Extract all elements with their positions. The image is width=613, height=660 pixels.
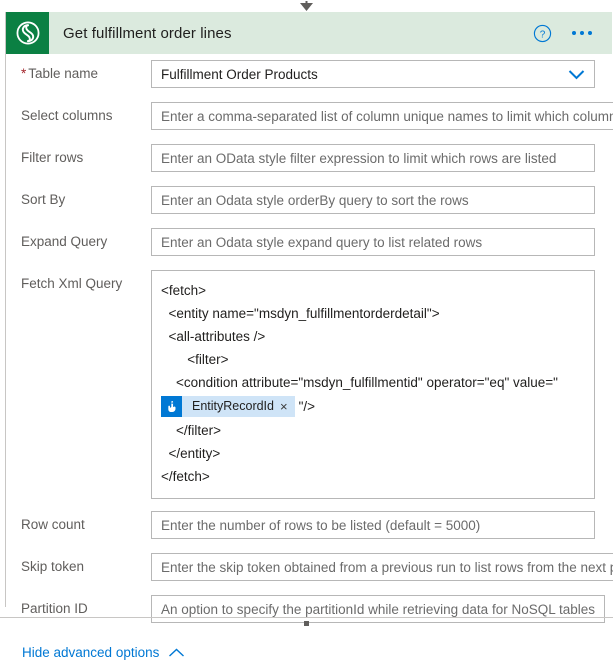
- chevron-up-icon[interactable]: [168, 648, 185, 658]
- action-card: Get fulfillment order lines ? * Table nam…: [5, 12, 613, 660]
- flow-connector-arrow-top: [0, 0, 613, 12]
- required-asterisk: *: [21, 66, 27, 81]
- skip-token-placeholder: Enter the skip token obtained from a pre…: [161, 559, 613, 575]
- fetch-xml-query-editor[interactable]: <fetch> <entity name="msdyn_fulfillmento…: [151, 270, 595, 499]
- xml-line: <fetch>: [161, 283, 207, 298]
- advanced-options-label[interactable]: Hide advanced options: [22, 645, 159, 660]
- field-label-skip-token: Skip token: [21, 559, 85, 574]
- field-control-row-count: Enter the number of rows to be listed (d…: [151, 511, 612, 539]
- field-row-fetch-xml-query: Fetch Xml Query <fetch> <entity name="ms…: [6, 264, 612, 505]
- token-label: EntityRecordId: [192, 399, 274, 413]
- filter-rows-placeholder: Enter an OData style filter expression t…: [161, 150, 557, 166]
- manual-trigger-hand-icon: [161, 396, 182, 417]
- field-label-select-columns: Select columns: [21, 108, 113, 123]
- select-columns-placeholder: Enter a comma-separated list of column u…: [161, 108, 613, 124]
- dynamic-content-token[interactable]: EntityRecordId ×: [161, 396, 295, 417]
- field-label-filter-rows: Filter rows: [21, 150, 84, 165]
- xml-line: </entity>: [161, 446, 221, 461]
- token-remove-icon[interactable]: ×: [280, 400, 295, 413]
- field-label-table-name: * Table name: [6, 60, 151, 81]
- field-row-filter-rows: Filter rows Enter an OData style filter …: [6, 138, 612, 180]
- skip-token-input[interactable]: Enter the skip token obtained from a pre…: [151, 553, 613, 581]
- field-row-expand-query: Expand Query Enter an Odata style expand…: [6, 222, 612, 264]
- table-name-combobox[interactable]: Fulfillment Order Products: [151, 60, 595, 88]
- field-row-skip-token: Skip token Enter the skip token obtained…: [6, 547, 613, 589]
- row-count-input[interactable]: Enter the number of rows to be listed (d…: [151, 511, 595, 539]
- field-control-table-name: Fulfillment Order Products: [151, 60, 612, 88]
- xml-line-with-token: EntityRecordId × "/>: [161, 394, 585, 419]
- field-label-row-count: Row count: [21, 517, 85, 532]
- card-header[interactable]: Get fulfillment order lines ?: [6, 12, 612, 54]
- xml-line: <condition attribute="msdyn_fulfillmenti…: [161, 375, 558, 390]
- select-columns-input[interactable]: Enter a comma-separated list of column u…: [151, 102, 613, 130]
- field-control-fetch-xml-query: <fetch> <entity name="msdyn_fulfillmento…: [151, 270, 612, 499]
- expand-query-input[interactable]: Enter an Odata style expand query to lis…: [151, 228, 595, 256]
- sort-by-input[interactable]: Enter an Odata style orderBy query to so…: [151, 186, 595, 214]
- field-row-row-count: Row count Enter the number of rows to be…: [6, 505, 612, 547]
- expand-query-placeholder: Enter an Odata style expand query to lis…: [161, 234, 483, 250]
- flow-connector-bottom: [0, 608, 613, 628]
- card-body: * Table name Fulfillment Order Products S…: [6, 54, 613, 660]
- field-label-text: Table name: [28, 66, 99, 81]
- xml-text-after-token: "/>: [298, 399, 316, 414]
- xml-line: <filter>: [161, 352, 229, 367]
- field-control-skip-token: Enter the skip token obtained from a pre…: [151, 553, 613, 581]
- xml-line: </fetch>: [161, 469, 210, 484]
- field-label-expand-query: Expand Query: [21, 234, 108, 249]
- sort-by-placeholder: Enter an Odata style orderBy query to so…: [161, 192, 469, 208]
- svg-text:?: ?: [540, 29, 546, 40]
- card-title: Get fulfillment order lines: [63, 24, 232, 42]
- field-row-sort-by: Sort By Enter an Odata style orderBy que…: [6, 180, 612, 222]
- field-control-sort-by: Enter an Odata style orderBy query to so…: [151, 186, 612, 214]
- header-actions: ?: [533, 24, 612, 43]
- row-count-placeholder: Enter the number of rows to be listed (d…: [161, 517, 481, 533]
- field-control-select-columns: Enter a comma-separated list of column u…: [151, 102, 613, 130]
- field-control-filter-rows: Enter an OData style filter expression t…: [151, 144, 612, 172]
- field-row-table-name: * Table name Fulfillment Order Products: [6, 54, 612, 96]
- table-name-value: Fulfillment Order Products: [161, 66, 318, 82]
- more-options-icon[interactable]: [570, 27, 594, 39]
- field-row-select-columns: Select columns Enter a comma-separated l…: [6, 96, 613, 138]
- chevron-down-icon[interactable]: [560, 69, 585, 80]
- field-label-sort-by: Sort By: [21, 192, 66, 207]
- xml-line: <entity name="msdyn_fulfillmentorderdeta…: [161, 306, 440, 321]
- dataverse-logo-icon: [6, 12, 49, 54]
- filter-rows-input[interactable]: Enter an OData style filter expression t…: [151, 144, 595, 172]
- xml-line: <all-attributes />: [161, 329, 266, 344]
- xml-line: </filter>: [161, 423, 222, 438]
- advanced-options-toggle[interactable]: Hide advanced options: [6, 631, 612, 660]
- help-circle-icon[interactable]: ?: [533, 24, 552, 43]
- field-label-fetch-xml-query: Fetch Xml Query: [21, 276, 123, 291]
- field-control-expand-query: Enter an Odata style expand query to lis…: [151, 228, 612, 256]
